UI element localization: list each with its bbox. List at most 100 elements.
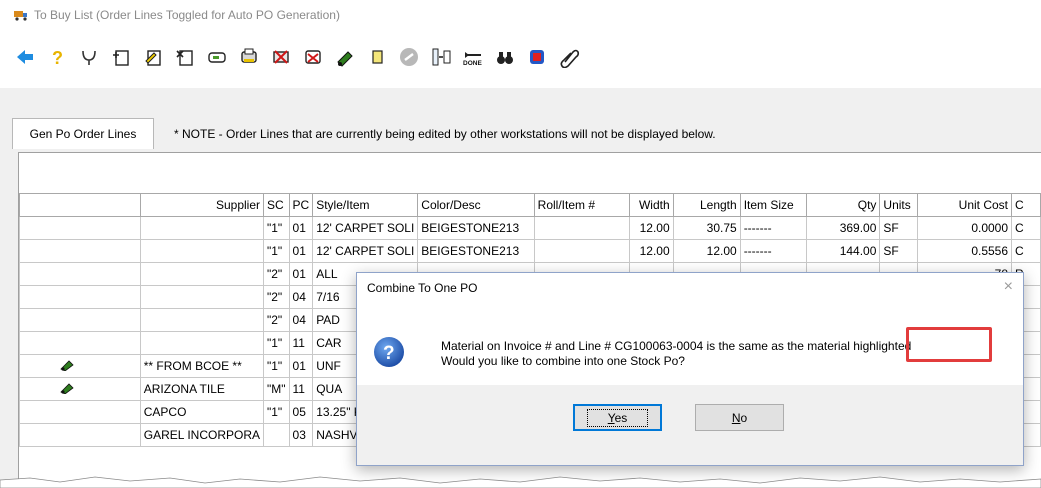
dialog-message-line1: Material on Invoice # and Line # CG10006…	[441, 339, 912, 353]
no-button[interactable]: No	[695, 404, 784, 431]
cell-sc: "1"	[263, 400, 290, 424]
cell-units: SF	[879, 216, 919, 240]
app-truck-icon	[14, 11, 27, 21]
row-indicator-cell	[19, 331, 141, 355]
cell-sc: "1"	[263, 331, 290, 355]
help-question-icon[interactable]: ?	[44, 44, 70, 70]
row-indicator-cell	[19, 239, 141, 263]
to-buy-list-window: To Buy List (Order Lines Toggled for Aut…	[0, 0, 1041, 488]
cell-pc: 05	[288, 400, 314, 424]
column-header[interactable]: Width	[629, 193, 674, 217]
grid-header-row: Supplier SC PC Style/Item Color/Desc Roll/Ite…	[19, 193, 1041, 217]
cell-sc: "1"	[263, 216, 290, 240]
remove-line-icon[interactable]	[172, 44, 198, 70]
column-header[interactable]: Supplier	[139, 193, 265, 217]
add-line-icon[interactable]	[108, 44, 134, 70]
note-icon[interactable]	[364, 44, 390, 70]
cell-length: 30.75	[672, 216, 741, 240]
column-header[interactable]: SC	[263, 193, 290, 217]
binoculars-icon[interactable]	[492, 44, 518, 70]
cell-supplier	[139, 262, 265, 286]
cell-color-desc: BEIGESTONE213	[417, 239, 535, 263]
toolbar-spacer	[0, 88, 1041, 118]
close-icon[interactable]: ×	[1004, 278, 1013, 296]
toggle-icon[interactable]	[76, 44, 102, 70]
cell-supplier	[139, 331, 265, 355]
roll-icon[interactable]	[332, 44, 358, 70]
cell-pc: 01	[288, 216, 314, 240]
link-icon[interactable]	[396, 44, 422, 70]
tab-gen-po-order-lines[interactable]: Gen Po Order Lines	[12, 118, 154, 149]
cell-sc: "1"	[263, 354, 290, 378]
cell-pc: 01	[288, 262, 314, 286]
cell-sc: "M"	[263, 377, 290, 401]
dialog-message-line2: Would you like to combine into one Stock…	[441, 354, 685, 368]
edit-note: * NOTE - Order Lines that are currently …	[174, 127, 716, 141]
cell-item-size: -------	[739, 239, 807, 263]
cell-pc: 03	[288, 423, 314, 447]
dialog-title: Combine To One PO	[367, 281, 478, 295]
cell-c: C	[1011, 239, 1041, 263]
cell-supplier	[139, 239, 265, 263]
cell-unit-cost: 0.0000	[917, 216, 1013, 240]
cell-supplier: GAREL INCORPORA	[139, 423, 265, 447]
row-indicator-cell	[19, 377, 141, 401]
highlight-annotation-box	[906, 327, 992, 362]
refresh-icon[interactable]	[524, 44, 550, 70]
yes-button[interactable]: Yes	[573, 404, 662, 431]
paperclip-icon[interactable]	[556, 44, 582, 70]
cell-roll-item	[533, 239, 631, 263]
svg-text:DONE: DONE	[463, 60, 482, 67]
clear-icon[interactable]	[300, 44, 326, 70]
row-indicator-cell	[19, 262, 141, 286]
roll-icon	[60, 382, 74, 394]
svg-text:?: ?	[383, 343, 395, 364]
column-header[interactable]: Units	[879, 193, 919, 217]
yes-hotkey: Y	[607, 410, 615, 425]
cell-qty: 369.00	[805, 216, 881, 240]
row-indicator-cell	[19, 400, 141, 424]
cell-pc: 04	[288, 285, 314, 309]
cell-c: C	[1011, 216, 1041, 240]
cell-sc: "1"	[263, 239, 290, 263]
column-header[interactable]: Item Size	[739, 193, 807, 217]
row-indicator-cell	[19, 216, 141, 240]
cell-supplier: CAPCO	[139, 400, 265, 424]
cell-pc: 04	[288, 308, 314, 332]
row-indicator-cell	[19, 354, 141, 378]
delete-icon[interactable]	[268, 44, 294, 70]
cell-width: 12.00	[629, 216, 674, 240]
column-header[interactable]: Roll/Item #	[533, 193, 631, 217]
cell-style-item: 12' CARPET SOLI	[312, 239, 419, 263]
cell-roll-item	[533, 216, 631, 240]
cell-supplier	[139, 285, 265, 309]
card-icon[interactable]	[204, 44, 230, 70]
toolbar: ? DONE	[0, 30, 1041, 88]
done-icon[interactable]: DONE	[460, 44, 486, 70]
cell-unit-cost: 0.5556	[917, 239, 1013, 263]
cell-pc: 01	[288, 354, 314, 378]
table-row[interactable]: "1" 01 12' CARPET SOLI BEIGESTONE213 12.00 12…	[19, 239, 1041, 263]
cell-item-size: -------	[739, 216, 807, 240]
column-header[interactable]: Color/Desc	[417, 193, 535, 217]
row-indicator-cell	[19, 285, 141, 309]
print-icon[interactable]	[236, 44, 262, 70]
cell-pc: 01	[288, 239, 314, 263]
dialog-button-row: Yes No	[357, 385, 1023, 465]
back-arrow-icon[interactable]	[12, 44, 38, 70]
column-header[interactable]	[19, 193, 141, 217]
cell-sc: "2"	[263, 285, 290, 309]
table-row[interactable]: "1" 01 12' CARPET SOLI BEIGESTONE213 12.00 30…	[19, 216, 1041, 240]
cell-supplier	[139, 216, 265, 240]
cell-units: SF	[879, 239, 919, 263]
torn-edge-decoration	[0, 476, 1041, 488]
column-header[interactable]: Qty	[805, 193, 881, 217]
cell-sc	[263, 423, 290, 447]
column-header[interactable]: Length	[672, 193, 741, 217]
column-header[interactable]: C	[1011, 193, 1041, 217]
column-header[interactable]: PC	[288, 193, 314, 217]
columns-icon[interactable]	[428, 44, 454, 70]
column-header[interactable]: Style/Item	[312, 193, 419, 217]
column-header[interactable]: Unit Cost	[917, 193, 1013, 217]
edit-line-icon[interactable]	[140, 44, 166, 70]
